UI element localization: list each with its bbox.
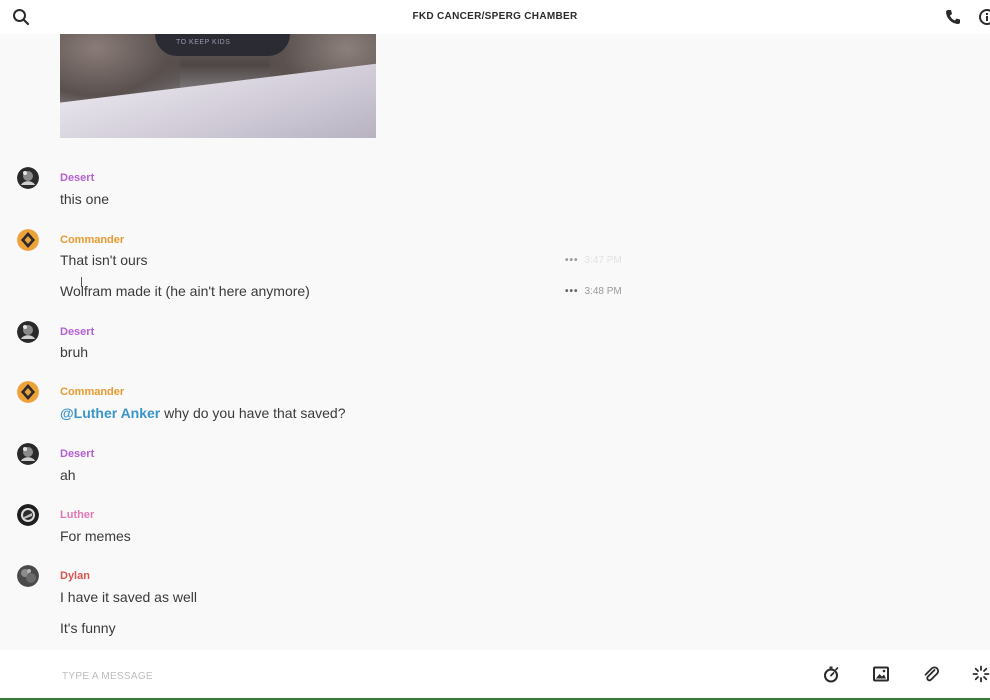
message-text: bruh <box>60 344 89 360</box>
more-options-icon[interactable]: ••• <box>565 255 579 266</box>
chat-app: FKD CANCER/SPERG CHAMBER TO KEEP KIDS De… <box>0 0 990 700</box>
message-meta: ••• 3:47 PM <box>565 255 622 266</box>
avatar-dylan[interactable] <box>17 565 39 587</box>
image-attachment[interactable]: TO KEEP KIDS <box>60 34 376 138</box>
sender-name[interactable]: Desert <box>60 172 94 184</box>
stopwatch-icon[interactable] <box>822 665 840 683</box>
text-cursor <box>81 277 84 287</box>
message-text: ah <box>60 467 76 483</box>
avatar-luther[interactable] <box>17 504 39 526</box>
avatar-commander[interactable] <box>17 381 39 403</box>
photo-caption-text: TO KEEP KIDS <box>176 39 231 46</box>
more-options-icon[interactable]: ••• <box>565 286 579 297</box>
sender-name[interactable]: Commander <box>60 386 124 398</box>
sender-name[interactable]: Commander <box>60 234 124 246</box>
user-mention[interactable]: @Luther Anker <box>60 405 160 421</box>
sender-name[interactable]: Desert <box>60 448 94 460</box>
message-text: I have it saved as well <box>60 589 197 605</box>
message-text-rest: why do you have that saved? <box>160 405 346 421</box>
info-icon[interactable] <box>978 8 990 26</box>
message-timestamp: 3:47 PM <box>584 255 622 266</box>
message-text: this one <box>60 191 110 207</box>
avatar-desert[interactable] <box>17 443 39 465</box>
message-meta: ••• 3:48 PM <box>565 286 622 297</box>
message-list[interactable]: TO KEEP KIDS Desert this one Commander T… <box>0 34 990 650</box>
phone-icon[interactable] <box>944 8 962 26</box>
message-text: It's funny <box>60 620 116 636</box>
message-composer <box>0 650 990 700</box>
conversation-title: FKD CANCER/SPERG CHAMBER <box>412 11 578 22</box>
paperclip-icon[interactable] <box>922 665 940 683</box>
message-text: That isn't ours <box>60 252 148 268</box>
chat-header: FKD CANCER/SPERG CHAMBER <box>0 0 990 34</box>
sender-name[interactable]: Desert <box>60 326 94 338</box>
message-text: Wolfram made it (he ain't here anymore) <box>60 283 310 299</box>
sender-name[interactable]: Dylan <box>60 570 90 582</box>
message-timestamp: 3:48 PM <box>584 286 622 297</box>
avatar-desert[interactable] <box>17 321 39 343</box>
avatar-commander[interactable] <box>17 229 39 251</box>
sender-name[interactable]: Luther <box>60 509 94 521</box>
image-icon[interactable] <box>872 665 890 683</box>
avatar-desert[interactable] <box>17 167 39 189</box>
message-text: For memes <box>60 528 131 544</box>
message-text: @Luther Anker why do you have that saved… <box>60 405 346 421</box>
message-input[interactable] <box>60 665 764 687</box>
sparkle-icon[interactable] <box>972 665 990 683</box>
